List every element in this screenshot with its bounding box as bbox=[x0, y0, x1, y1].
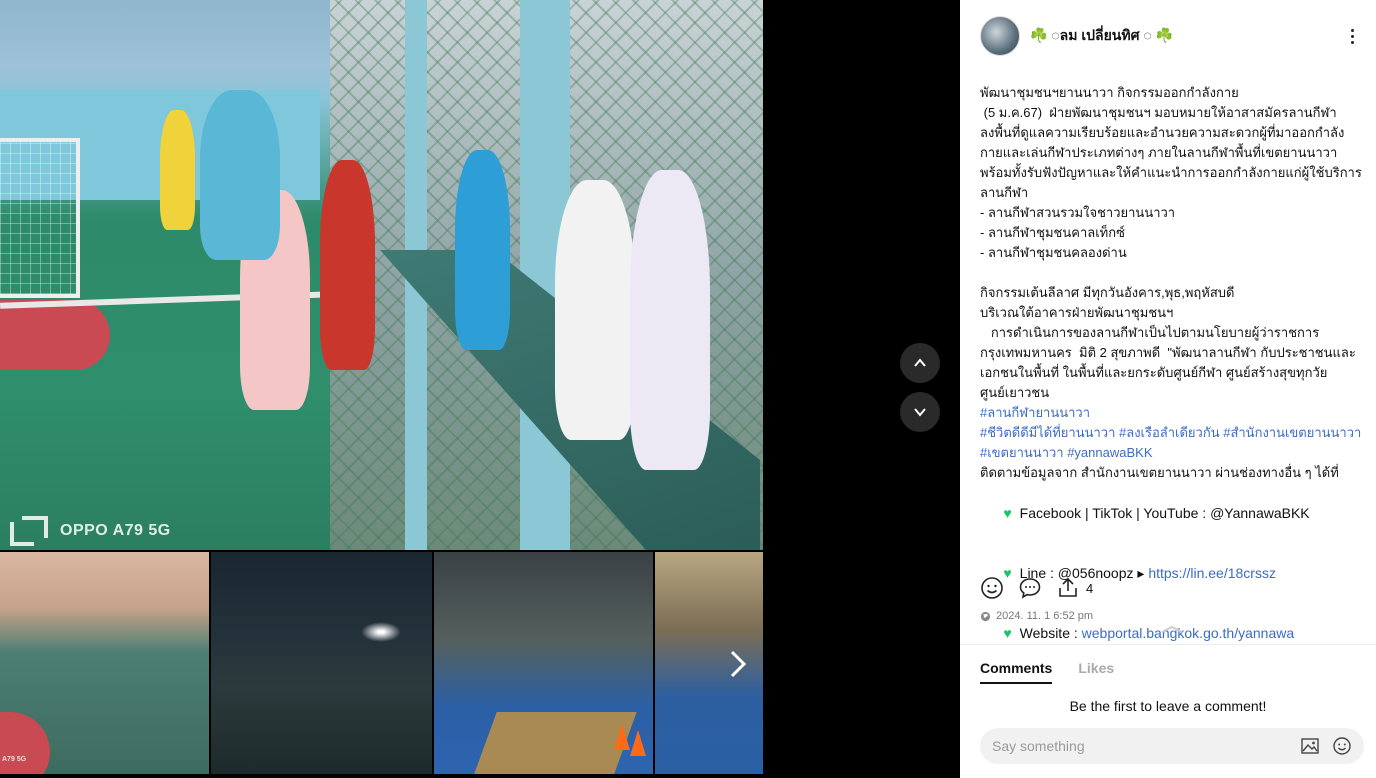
next-post-button[interactable] bbox=[900, 392, 940, 432]
watermark-text: OPPO A79 5G bbox=[60, 522, 171, 539]
smile-reaction-icon[interactable] bbox=[980, 576, 1004, 600]
comment-box bbox=[980, 728, 1364, 764]
photo-court-red bbox=[0, 300, 110, 370]
share-count: 4 bbox=[1086, 580, 1094, 596]
website-link[interactable]: webportal.bangkok.go.th/yannawa bbox=[1082, 625, 1294, 641]
photo-goal bbox=[0, 138, 80, 298]
chevron-down-icon bbox=[914, 408, 926, 417]
hashtag-link[interactable]: #ชีวิตดีดีมีได้ที่ยานนาวา #ลงเรือลำเดียว… bbox=[980, 423, 1366, 463]
post-line: พัฒนาชุมชนฯยานนาวา กิจกรรมออกกำลังกาย bbox=[980, 85, 1239, 100]
main-photo[interactable]: OPPO A79 5G bbox=[0, 0, 763, 550]
comment-tabs: Comments Likes bbox=[980, 660, 1114, 684]
image-icon[interactable] bbox=[1300, 736, 1320, 756]
thumb-court-red bbox=[0, 712, 50, 774]
contact-line: ♥ Facebook | TikTok | YouTube : @YannawaB… bbox=[980, 483, 1366, 543]
chevron-up-icon bbox=[914, 358, 926, 367]
thumbnail[interactable] bbox=[434, 552, 654, 774]
follow-text: ติดตามข้อมูลจาก สำนักงานเขตยานนาวา ผ่านช… bbox=[980, 465, 1339, 480]
empty-comments-message: Be the first to leave a comment! bbox=[1069, 698, 1267, 714]
post-line: กิจกรรมเต้นลีลาศ มีทุกวันอังคาร,พุธ,พฤหั… bbox=[980, 285, 1235, 300]
post-line: - ลานกีฬาสวนรวมใจชาวยานนาวา bbox=[980, 205, 1176, 220]
thumb-light bbox=[361, 622, 402, 642]
contact-website-label: Website : bbox=[1019, 625, 1082, 641]
photo-child bbox=[160, 110, 195, 230]
thumbnail-strip: A79 5G bbox=[0, 552, 763, 774]
green-heart-icon: ♥ bbox=[1003, 625, 1012, 641]
photo-child bbox=[320, 160, 375, 370]
post-line: บริเวณใต้อาคารฝ่ายพัฒนาชุมชนฯ bbox=[980, 305, 1174, 320]
thumb-cone bbox=[614, 724, 631, 750]
more-dot-icon bbox=[1350, 28, 1354, 32]
post-line: (5 ม.ค.67) ฝ่ายพัฒนาชุมชนฯ มอบหมายให้อาส… bbox=[980, 105, 1362, 200]
share-icon[interactable] bbox=[1056, 576, 1080, 600]
media-viewer: OPPO A79 5G A79 5G bbox=[0, 0, 960, 778]
thumb-cone bbox=[630, 730, 647, 756]
photo-child bbox=[455, 150, 510, 350]
post-panel: ☘️ ◌ลม เปลี่ยนทิศ ◌ ☘️ พัฒนาชุมชนฯยานนาว… bbox=[960, 0, 1376, 778]
tab-comments[interactable]: Comments bbox=[980, 660, 1053, 684]
comment-input[interactable] bbox=[992, 738, 1288, 754]
post-line: การดำเนินการของลานกีฬาเป็นไปตามนโยบายผู้… bbox=[980, 325, 1356, 400]
post-actions: 4 bbox=[980, 576, 1093, 600]
comment-icon[interactable] bbox=[1018, 576, 1042, 600]
timestamp: 2024. 11. 1 6:52 pm bbox=[996, 610, 1094, 622]
post-meta: 2024. 11. 1 6:52 pm bbox=[980, 610, 1093, 622]
more-options-button[interactable] bbox=[1342, 24, 1362, 48]
avatar[interactable] bbox=[980, 16, 1020, 56]
chevron-right-icon[interactable] bbox=[722, 644, 752, 684]
chevron-up-icon[interactable] bbox=[1160, 624, 1184, 634]
more-dot-icon bbox=[1350, 40, 1354, 44]
previous-post-button[interactable] bbox=[900, 343, 940, 383]
contact-social: Facebook | TikTok | YouTube : @YannawaBK… bbox=[1019, 505, 1310, 521]
thumbnail[interactable]: A79 5G bbox=[0, 552, 210, 774]
globe-icon bbox=[980, 611, 991, 621]
post-line: - ลานกีฬาชุมชนคาลเท็กซ์ bbox=[980, 225, 1125, 240]
thumb-floor bbox=[471, 712, 638, 774]
post-line bbox=[980, 263, 1366, 283]
author-name[interactable]: ☘️ ◌ลม เปลี่ยนทิศ ◌ ☘️ bbox=[1030, 25, 1173, 47]
hashtag-link[interactable]: #ลานกีฬายานนาวา bbox=[980, 403, 1366, 423]
photo-child bbox=[555, 180, 635, 440]
divider bbox=[960, 644, 1376, 645]
tab-likes[interactable]: Likes bbox=[1078, 660, 1114, 684]
green-heart-icon: ♥ bbox=[1003, 505, 1012, 521]
thumbnail[interactable] bbox=[211, 552, 433, 774]
more-dot-icon bbox=[1350, 34, 1354, 38]
thumb-watermark: A79 5G bbox=[2, 756, 27, 763]
emoji-icon[interactable] bbox=[1332, 736, 1352, 756]
photo-adult bbox=[200, 90, 280, 260]
post-header: ☘️ ◌ลม เปลี่ยนทิศ ◌ ☘️ bbox=[980, 16, 1370, 56]
line-link[interactable]: https://lin.ee/18crssz bbox=[1148, 565, 1276, 581]
post-line: - ลานกีฬาชุมชนคลองด่าน bbox=[980, 245, 1127, 260]
photo-child bbox=[630, 170, 710, 470]
camera-watermark: OPPO A79 5G bbox=[10, 516, 171, 546]
oppo-logo-icon bbox=[10, 516, 48, 546]
